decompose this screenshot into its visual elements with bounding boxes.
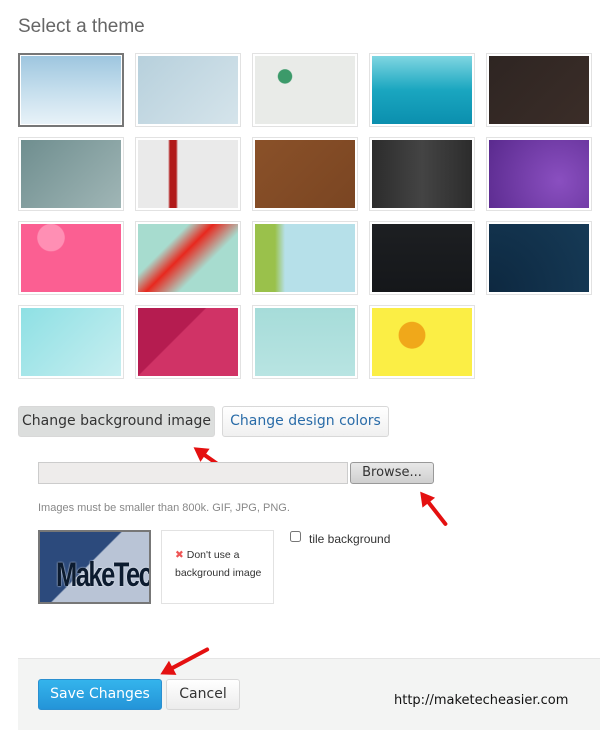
theme-preview [138, 308, 238, 376]
theme-cyan[interactable] [18, 305, 124, 379]
theme-navy-rays[interactable] [486, 221, 592, 295]
save-changes-button[interactable]: Save Changes [38, 679, 162, 710]
theme-charcoal[interactable] [369, 137, 475, 211]
theme-tree[interactable] [135, 53, 241, 127]
theme-red-leaf[interactable] [135, 221, 241, 295]
theme-crimson[interactable] [135, 305, 241, 379]
theme-preview [255, 224, 355, 292]
theme-preview [489, 224, 589, 292]
current-background-thumbnail[interactable]: MakeTec [38, 530, 151, 604]
theme-preview [255, 140, 355, 208]
theme-green-leaves[interactable] [252, 221, 358, 295]
theme-preview [255, 56, 355, 124]
theme-preview [489, 140, 589, 208]
theme-hexagon[interactable] [369, 221, 475, 295]
no-background-label: Don't use a background image [175, 549, 262, 579]
no-background-option[interactable]: ✖ Don't use a background image [161, 530, 274, 604]
theme-preview [372, 56, 472, 124]
theme-yellow-leaves[interactable] [369, 305, 475, 379]
theme-preview [21, 308, 121, 376]
theme-preview [372, 308, 472, 376]
theme-preview [138, 224, 238, 292]
tab-change-design-colors[interactable]: Change design colors [222, 406, 389, 437]
watermark: http://maketecheasier.com [394, 693, 569, 708]
theme-preview [489, 56, 589, 124]
file-path-input[interactable] [38, 462, 348, 484]
theme-birds-brown[interactable] [252, 137, 358, 211]
theme-foliage[interactable] [18, 137, 124, 211]
theme-preview [372, 224, 472, 292]
remove-icon: ✖ [175, 549, 184, 561]
tab-change-background-image[interactable]: Change background image [18, 406, 215, 437]
cancel-button[interactable]: Cancel [166, 679, 240, 710]
theme-red-plant[interactable] [135, 137, 241, 211]
theme-preview [255, 308, 355, 376]
theme-birds-teal[interactable] [252, 305, 358, 379]
browse-button[interactable]: Browse... [350, 462, 434, 484]
theme-clouds[interactable] [18, 53, 124, 127]
theme-preview [21, 140, 121, 208]
theme-preview [21, 56, 121, 124]
file-size-hint: Images must be smaller than 800k. GIF, J… [38, 502, 290, 514]
theme-preview [138, 140, 238, 208]
theme-vines[interactable] [252, 53, 358, 127]
theme-preview [21, 224, 121, 292]
theme-leaves-dark[interactable] [486, 53, 592, 127]
theme-preview [372, 140, 472, 208]
theme-purple[interactable] [486, 137, 592, 211]
theme-stars[interactable] [369, 53, 475, 127]
theme-pink-flowers[interactable] [18, 221, 124, 295]
page-title: Select a theme [18, 16, 145, 37]
tile-background-checkbox[interactable] [290, 531, 301, 542]
theme-preview [138, 56, 238, 124]
annotation-arrow [420, 492, 449, 527]
tile-background-label: tile background [309, 532, 391, 546]
thumbnail-logo-text: MakeTec [56, 556, 151, 594]
